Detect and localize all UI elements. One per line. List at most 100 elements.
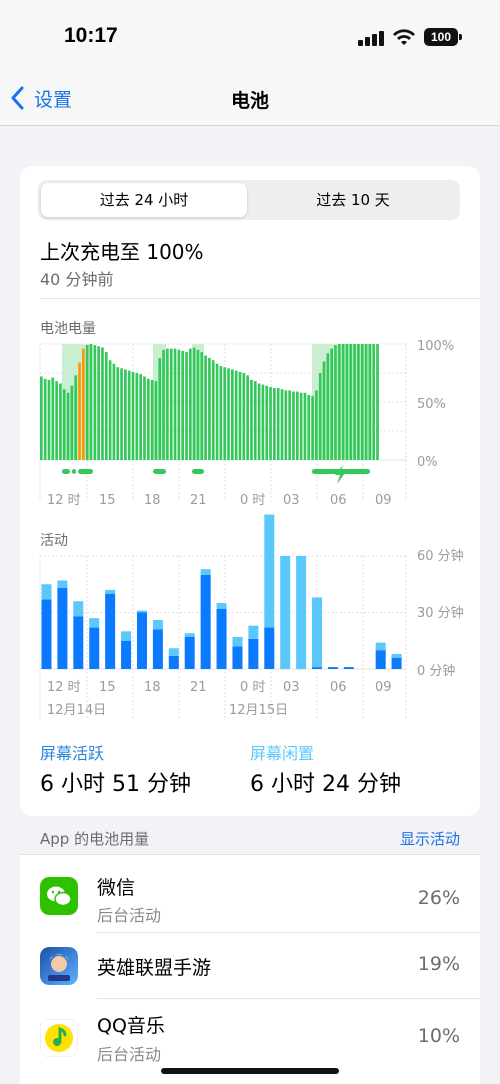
app-percentage: 19% — [417, 953, 460, 975]
activity-chart-title: 活动 — [40, 533, 68, 549]
battery-bar — [376, 344, 379, 460]
battery-bar — [215, 363, 219, 460]
screen-off-bar — [200, 569, 211, 575]
battery-bar — [177, 349, 181, 460]
battery-bar — [146, 378, 150, 460]
battery-bar — [265, 385, 269, 460]
app-row-game[interactable]: 英雄联盟手游 19% — [20, 933, 480, 1003]
screen-off-bar — [296, 556, 307, 669]
last-charge-title: 上次充电至 100% — [40, 240, 204, 264]
battery-bar — [349, 344, 353, 460]
battery-bar — [318, 373, 322, 460]
screen-on-bar — [184, 636, 195, 669]
battery-bar — [242, 373, 246, 460]
battery-bar — [47, 379, 51, 460]
app-name: 微信 — [97, 877, 136, 899]
wifi-icon — [393, 29, 415, 45]
battery-bar — [322, 361, 326, 460]
screen-off-bar — [184, 633, 195, 637]
screen-on-bar — [136, 612, 147, 669]
battery-bar — [299, 392, 303, 460]
screen-off-bar — [216, 603, 227, 609]
x-tick-label: 15 — [99, 493, 116, 508]
x-tick-label: 21 — [190, 680, 207, 695]
battery-bar — [334, 345, 337, 460]
app-percentage: 10% — [417, 1025, 460, 1047]
screen-off-bar — [168, 648, 179, 656]
battery-bar — [307, 395, 311, 460]
battery-bar — [154, 381, 158, 460]
last-charge-subtitle: 40 分钟前 — [40, 270, 114, 289]
screen-off-value: 6 小时 24 分钟 — [250, 772, 401, 797]
battery-bar — [101, 347, 104, 460]
screen-off-bar — [136, 610, 147, 613]
screen-off-bar — [391, 653, 402, 658]
battery-bar — [62, 389, 66, 460]
battery-bar — [196, 349, 200, 460]
battery-bar — [127, 370, 131, 460]
battery-bar — [223, 367, 227, 460]
screen-off-bar — [41, 584, 52, 600]
app-row-qq-music[interactable]: QQ音乐 后台活动 10% — [20, 999, 480, 1069]
date-label: 12月15日 — [229, 703, 288, 718]
charging-indicator — [192, 469, 204, 474]
battery-bar — [276, 388, 280, 460]
battery-bar — [269, 386, 272, 460]
app-name: 英雄联盟手游 — [97, 957, 212, 979]
battery-bar — [246, 375, 249, 460]
battery-bar — [231, 369, 234, 460]
segment-24-hours[interactable]: 过去 24 小时 — [41, 183, 247, 217]
screen-off-label: 屏幕闲置 — [250, 744, 315, 763]
x-tick-label: 0 时 — [240, 680, 265, 695]
battery-bar — [273, 388, 276, 460]
battery-bar — [97, 346, 100, 460]
charging-bolt-icon — [335, 465, 345, 484]
screen-on-bar — [89, 627, 100, 669]
battery-bar — [364, 344, 368, 460]
screen-off-bar — [89, 618, 100, 628]
battery-bar — [311, 396, 314, 460]
battery-bar — [219, 366, 223, 460]
battery-bar — [124, 369, 127, 460]
screen-on-bar — [57, 588, 68, 669]
battery-bar — [55, 381, 58, 460]
screen-off-bar — [312, 597, 323, 668]
battery-bar — [238, 371, 242, 460]
app-name: QQ音乐 — [97, 1015, 165, 1037]
segment-10-days[interactable]: 过去 10 天 — [250, 183, 456, 217]
screen-off-bar — [232, 636, 243, 647]
battery-bar — [139, 374, 142, 460]
y-tick-label: 60 分钟 — [417, 548, 464, 564]
app-percentage: 26% — [417, 887, 460, 909]
battery-bar — [211, 360, 215, 460]
x-tick-label: 09 — [375, 680, 392, 695]
battery-bar — [372, 344, 376, 460]
battery-bar — [116, 367, 120, 460]
screen-on-bar — [73, 616, 84, 669]
x-tick-label: 03 — [283, 680, 300, 695]
battery-bar — [200, 352, 204, 460]
app-subtitle: 后台活动 — [97, 1045, 162, 1064]
battery-bar — [303, 392, 307, 460]
x-tick-label: 18 — [144, 493, 161, 508]
app-row-wechat[interactable]: 微信 后台活动 26% — [20, 859, 480, 929]
screen-on-bar — [168, 655, 179, 669]
battery-bar — [330, 348, 334, 460]
battery-bar — [74, 375, 78, 460]
screen-on-bar — [41, 599, 52, 669]
screen-on-bar — [152, 629, 163, 669]
battery-bar — [257, 383, 261, 460]
battery-bar — [357, 344, 360, 460]
screen-off-bar — [73, 601, 84, 617]
show-activity-button[interactable]: 显示活动 — [400, 828, 460, 849]
nav-bar: 设置 电池 — [0, 72, 500, 126]
battery-bar — [253, 381, 257, 460]
battery-bar — [43, 378, 47, 460]
screen-on-bar — [200, 574, 211, 669]
status-bar: 10:17 100 — [0, 0, 500, 72]
status-time: 10:17 — [64, 24, 118, 47]
battery-level-chart: 100% 50% 0% 12 时 15 18 21 0 时 03 06 09 — [39, 339, 454, 508]
battery-bar — [150, 379, 154, 460]
battery-bar — [227, 368, 230, 460]
screen-off-bar — [152, 620, 163, 630]
